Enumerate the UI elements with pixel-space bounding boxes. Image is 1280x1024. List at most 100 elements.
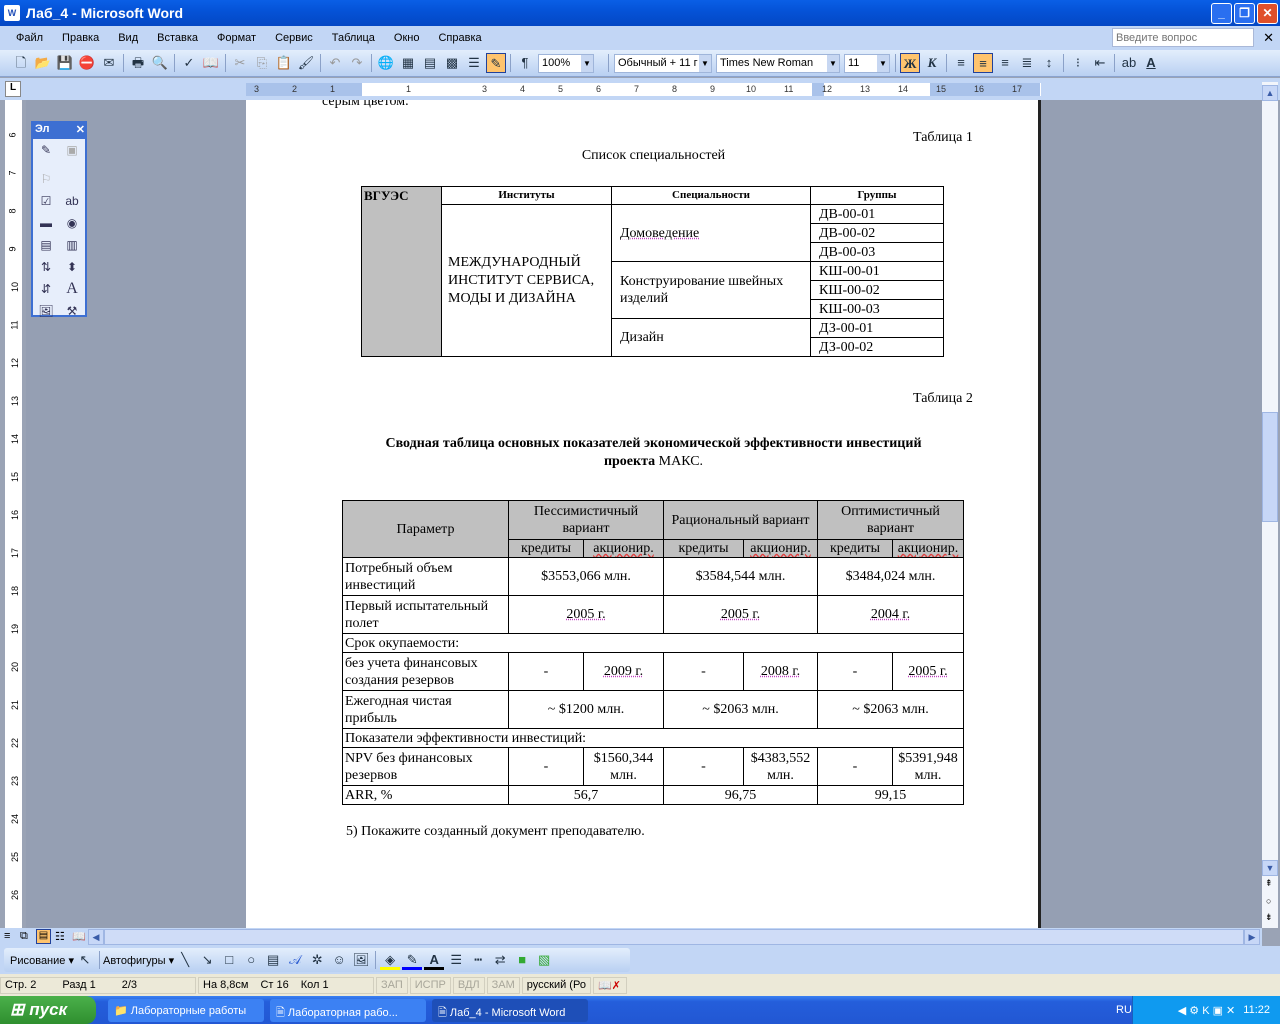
status-rec[interactable]: ЗАП bbox=[376, 976, 408, 994]
horizontal-scrollbar[interactable]: ◀ ▶ bbox=[88, 929, 1260, 945]
status-ovr[interactable]: ЗАМ bbox=[486, 976, 520, 994]
design-icon[interactable]: ⚐ bbox=[36, 170, 56, 188]
line-style-icon[interactable]: ☰ bbox=[446, 950, 466, 970]
autoshapes-menu[interactable]: Автофигуры ▾ bbox=[103, 954, 174, 967]
bold-button[interactable]: Ж bbox=[900, 53, 920, 73]
menu-tools[interactable]: Сервис bbox=[273, 30, 315, 46]
document-page[interactable]: серым цветом. Таблица 1 Список специальн… bbox=[246, 100, 1041, 928]
print-icon[interactable]: 🖶 bbox=[128, 53, 148, 73]
cut-icon[interactable]: ✂ bbox=[230, 53, 250, 73]
3d-icon[interactable]: ▧ bbox=[534, 950, 554, 970]
chevron-down-icon[interactable]: ▼ bbox=[699, 54, 711, 72]
bullets-icon[interactable]: ⁝ bbox=[1068, 53, 1088, 73]
research-icon[interactable]: 📖 bbox=[201, 53, 221, 73]
textbox-icon[interactable]: ab bbox=[62, 192, 82, 210]
select-objects-icon[interactable]: ↖ bbox=[75, 950, 95, 970]
vertical-scrollbar[interactable]: ▲ ▼ ⇞ ○ ⇟ bbox=[1262, 82, 1278, 928]
chevron-down-icon[interactable]: ▼ bbox=[827, 54, 839, 72]
horizontal-ruler[interactable]: 3 2 1 1 3 4 5 6 7 8 9 10 11 12 13 14 15 16 17 bbox=[246, 83, 1041, 96]
fill-color-icon[interactable]: ◈ bbox=[380, 950, 401, 970]
prev-page-icon[interactable]: ⇞ bbox=[1265, 878, 1273, 889]
align-center-icon[interactable]: ≡ bbox=[973, 53, 993, 73]
menu-format[interactable]: Формат bbox=[215, 30, 258, 46]
language-indicator[interactable]: RU bbox=[1116, 1004, 1132, 1016]
highlight-icon[interactable]: ab bbox=[1119, 53, 1139, 73]
font-select[interactable]: Times New Roman ▼ bbox=[716, 53, 840, 73]
wordart-icon[interactable]: 𝒜 bbox=[285, 950, 305, 970]
insert-table-icon[interactable]: ▤ bbox=[420, 53, 440, 73]
spelling-icon[interactable]: ✓ bbox=[179, 53, 199, 73]
forms-toolbar[interactable]: Эл ✕ ✎ ▣ ⚐ ☑ ab ▬ ◉ ▤ ▥ ⇅ ⬍ ⇵ A 🖼 ⚒ bbox=[31, 121, 87, 320]
menu-view[interactable]: Вид bbox=[116, 30, 140, 46]
tab-stop-selector[interactable]: L bbox=[5, 81, 21, 97]
browse-object-icon[interactable]: ○ bbox=[1266, 896, 1271, 906]
task-word-active[interactable]: 🗎 Лаб_4 - Microsoft Word bbox=[432, 998, 588, 1022]
vertical-ruler[interactable]: 6 7 8 9 10 11 12 13 14 15 16 17 18 19 20 21 22 23 24 25 26 bbox=[5, 100, 22, 928]
properties-icon[interactable]: ▣ bbox=[62, 141, 82, 159]
dash-style-icon[interactable]: ┅ bbox=[468, 950, 488, 970]
spelling-status-icon[interactable]: 📖✗ bbox=[592, 976, 627, 994]
close-icon[interactable]: ✕ bbox=[76, 123, 85, 139]
oval-icon[interactable]: ○ bbox=[241, 950, 261, 970]
scroll-thumb[interactable] bbox=[104, 929, 1244, 945]
align-left-icon[interactable]: ≡ bbox=[951, 53, 971, 73]
radio-icon[interactable]: ◉ bbox=[62, 214, 82, 232]
hyperlink-icon[interactable]: 🌐 bbox=[376, 53, 396, 73]
redo-icon[interactable]: ↷ bbox=[347, 53, 367, 73]
listbox-icon[interactable]: ▤ bbox=[36, 236, 56, 254]
line-color-icon[interactable]: ✎ bbox=[402, 950, 423, 970]
clipart-icon[interactable]: ☺ bbox=[329, 950, 349, 970]
toggle-icon[interactable]: ⇵ bbox=[36, 280, 56, 298]
restore-button[interactable]: ❐ bbox=[1234, 3, 1255, 24]
email-icon[interactable]: ✉ bbox=[99, 53, 119, 73]
label-icon[interactable]: A bbox=[62, 280, 82, 298]
decrease-indent-icon[interactable]: ⇤ bbox=[1090, 53, 1110, 73]
style-select[interactable]: Обычный + 11 г ▼ bbox=[614, 53, 712, 73]
status-trk[interactable]: ИСПР bbox=[409, 976, 451, 994]
menu-edit[interactable]: Правка bbox=[60, 30, 101, 46]
scroll-left-button[interactable]: ◀ bbox=[88, 929, 104, 945]
chevron-down-icon[interactable]: ▼ bbox=[877, 54, 889, 72]
drawing-menu[interactable]: Рисование ▾ bbox=[10, 954, 74, 967]
align-right-icon[interactable]: ≡ bbox=[995, 53, 1015, 73]
web-view-icon[interactable]: ⧉ bbox=[20, 930, 28, 943]
next-page-icon[interactable]: ⇟ bbox=[1265, 912, 1273, 923]
zoom-select[interactable]: 100% ▼ bbox=[538, 53, 594, 73]
permission-icon[interactable]: ⛔ bbox=[77, 53, 97, 73]
tray-icons[interactable]: ◀ ⚙ K ▣ ✕ bbox=[1178, 1004, 1236, 1017]
picture-icon[interactable]: 🖼 bbox=[351, 950, 371, 970]
arrow-icon[interactable]: ↘ bbox=[197, 950, 217, 970]
close-document-icon[interactable]: ✕ bbox=[1263, 30, 1274, 46]
columns-icon[interactable]: ☰ bbox=[464, 53, 484, 73]
diagram-icon[interactable]: ✲ bbox=[307, 950, 327, 970]
font-color-icon[interactable]: A bbox=[424, 950, 445, 970]
tables-borders-icon[interactable]: ▦ bbox=[398, 53, 418, 73]
scroll-thumb[interactable] bbox=[1262, 412, 1278, 522]
scroll-up-button[interactable]: ▲ bbox=[1262, 85, 1278, 101]
new-icon[interactable]: 🗋 bbox=[11, 53, 31, 73]
undo-icon[interactable]: ↶ bbox=[325, 53, 345, 73]
reading-view-icon[interactable]: 📖 bbox=[72, 930, 86, 943]
menu-file[interactable]: Файл bbox=[14, 30, 45, 46]
word-app-icon[interactable]: W bbox=[4, 5, 20, 21]
minimize-button[interactable]: _ bbox=[1211, 3, 1232, 24]
image-icon[interactable]: 🖼 bbox=[36, 302, 56, 320]
menu-table[interactable]: Таблица bbox=[330, 30, 377, 46]
font-color-icon[interactable]: A bbox=[1141, 53, 1161, 73]
insert-excel-icon[interactable]: ▩ bbox=[442, 53, 462, 73]
scroll-down-button[interactable]: ▼ bbox=[1262, 860, 1278, 876]
chevron-down-icon[interactable]: ▼ bbox=[581, 54, 593, 72]
print-preview-icon[interactable]: 🔍 bbox=[150, 53, 170, 73]
normal-view-icon[interactable]: ≡ bbox=[4, 930, 10, 942]
arrow-style-icon[interactable]: ⇄ bbox=[490, 950, 510, 970]
open-icon[interactable]: 📂 bbox=[33, 53, 53, 73]
close-button[interactable]: ✕ bbox=[1257, 3, 1278, 24]
menu-insert[interactable]: Вставка bbox=[155, 30, 200, 46]
status-ext[interactable]: ВДЛ bbox=[452, 976, 485, 994]
button-icon[interactable]: ▬ bbox=[36, 214, 56, 232]
task-folder[interactable]: 📁 Лабораторные работы bbox=[108, 998, 264, 1022]
line-icon[interactable]: ╲ bbox=[175, 950, 195, 970]
shadow-icon[interactable]: ■ bbox=[512, 950, 532, 970]
rectangle-icon[interactable]: □ bbox=[219, 950, 239, 970]
print-layout-icon[interactable]: ▤ bbox=[36, 929, 51, 944]
